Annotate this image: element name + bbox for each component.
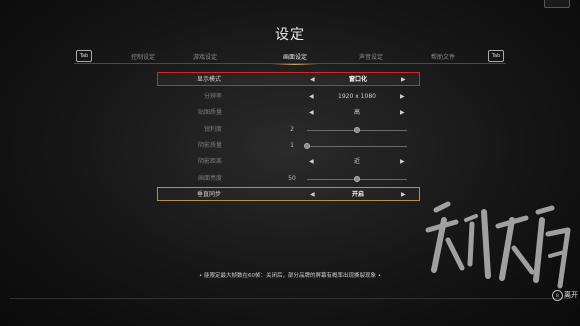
- slider-knob[interactable]: [354, 175, 360, 182]
- setting-row-shadow-quality[interactable]: 阴影质量 1: [157, 139, 420, 153]
- setting-label: 分辨率: [203, 93, 222, 100]
- tab-underline: [74, 63, 506, 64]
- slider-value: 50: [288, 175, 296, 182]
- setting-row-brightness[interactable]: 画面亮度 50: [157, 172, 420, 186]
- setting-value: 开启: [351, 191, 364, 198]
- slider-track[interactable]: [307, 126, 407, 133]
- setting-value: 1920 x 1080: [338, 93, 376, 100]
- tab-help[interactable]: 帮助文件: [408, 52, 478, 61]
- setting-row-sharpness[interactable]: 锐利度 2: [157, 123, 420, 137]
- arrow-right-icon[interactable]: ▶: [401, 73, 406, 87]
- setting-label: 阴影距离: [197, 158, 222, 165]
- corner-button[interactable]: [544, 0, 570, 8]
- tab-game[interactable]: 游戏设定: [170, 52, 240, 61]
- setting-value: 窗口化: [348, 76, 367, 83]
- tab-controls[interactable]: 控制设定: [108, 52, 178, 61]
- arrow-right-icon[interactable]: ▶: [401, 188, 406, 202]
- setting-label: 显示模式: [196, 76, 221, 83]
- slider-value: 2: [290, 126, 294, 133]
- brush-watermark-logo: [425, 201, 571, 289]
- slider-value: 1: [290, 142, 294, 149]
- setting-label: 锐利度: [203, 126, 222, 133]
- setting-label: 阴影质量: [197, 142, 222, 149]
- setting-row-vsync[interactable]: 垂直同步 ◀ 开启 ▶: [157, 187, 420, 201]
- setting-value: 近: [353, 158, 360, 165]
- tab-audio[interactable]: 声音设定: [336, 52, 406, 61]
- slider-track[interactable]: [307, 175, 407, 182]
- setting-label: 垂直同步: [196, 191, 221, 198]
- arrow-right-icon[interactable]: ▶: [400, 106, 405, 120]
- slider-knob[interactable]: [304, 142, 310, 149]
- setting-row-shadow-distance[interactable]: 阴影距离 ◀ 近 ▶: [157, 155, 420, 169]
- arrow-right-icon[interactable]: ▶: [400, 155, 405, 169]
- setting-value: 高: [353, 109, 360, 116]
- setting-row-display-mode[interactable]: 显示模式 ◀ 窗口化 ▶: [157, 72, 420, 86]
- page-title: 设定: [275, 27, 305, 43]
- slider-track[interactable]: [304, 142, 407, 149]
- setting-row-texture-quality[interactable]: 贴图质量 ◀ 高 ▶: [157, 106, 420, 120]
- tab-bar: Tab 控制设定 游戏设定 画面设定 声音设定 帮助文件 Tab: [74, 50, 506, 65]
- arrow-right-icon[interactable]: ▶: [400, 90, 405, 104]
- setting-label: 画面亮度: [197, 175, 222, 182]
- setting-row-resolution[interactable]: 分辨率 ◀ 1920 x 1080 ▶: [157, 90, 420, 104]
- slider-knob[interactable]: [354, 126, 360, 133]
- setting-label: 贴图质量: [197, 109, 222, 116]
- settings-list: 显示模式 ◀ 窗口化 ▶ 分辨率 ◀ 1920 x 1080 ▶ 贴图质量 ◀ …: [157, 70, 420, 204]
- tab-left-key-hint[interactable]: Tab: [76, 50, 92, 62]
- tab-right-key-hint[interactable]: Tab: [488, 50, 504, 62]
- tab-display[interactable]: 画面设定: [260, 52, 330, 65]
